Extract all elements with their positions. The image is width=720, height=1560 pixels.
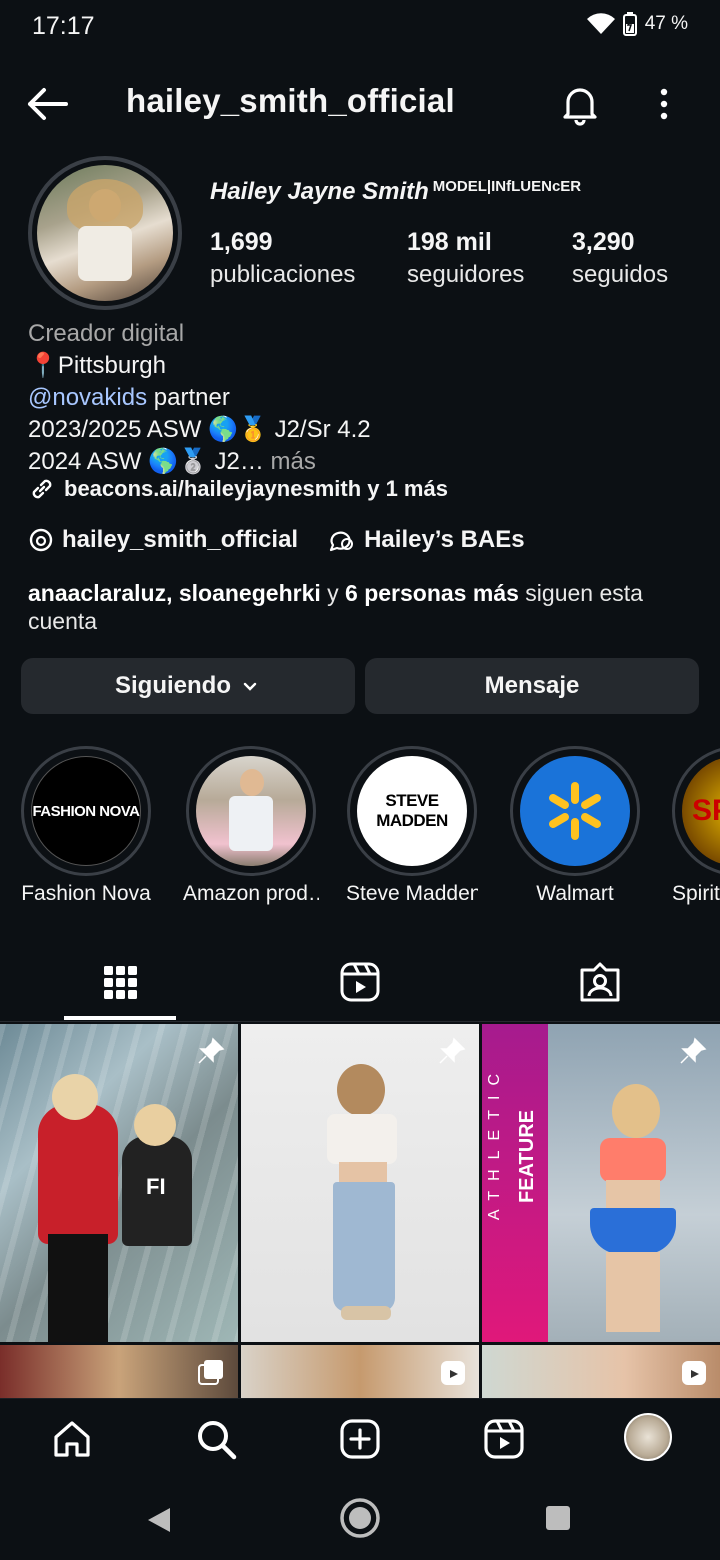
wifi-icon [586,13,615,35]
avatar-image [37,165,173,301]
post-text-fi: FI [146,1174,166,1199]
highlight-amazon[interactable]: Amazon prod… [183,746,319,906]
posts-stat[interactable]: 1,699 publicaciones [210,228,355,289]
tab-tagged-icon[interactable] [576,958,624,1006]
followers-label: seguidores [407,261,525,288]
following-label: seguidos [572,261,669,288]
post-thumbnail[interactable]: ATHLETIC FEATURE [482,1024,720,1342]
threads-username[interactable]: hailey_smith_official [62,526,298,554]
bio-partner-line: @novakids partner [28,384,230,411]
system-home-icon[interactable] [338,1496,382,1540]
post-thumbnail[interactable] [241,1024,479,1342]
highlight-walmart[interactable]: Walmart [509,746,641,906]
system-back-icon[interactable] [142,1502,178,1538]
broadcast-channel-name[interactable]: Hailey’s BAEs [364,526,525,554]
bio-link-text: beacons.ai/haileyjaynesmith y 1 más [64,476,448,501]
battery-percent: 47 % [644,13,688,34]
bio: Creador digital 📍Pittsburgh @novakids pa… [28,318,698,478]
followers-count: 198 mil [407,228,492,256]
bio-mention-link[interactable]: @novakids [28,384,147,411]
post-thumbnail[interactable] [0,1345,238,1398]
status-icons: 47 % [586,12,688,36]
battery-icon [622,12,637,36]
bio-location: 📍Pittsburgh [28,352,166,379]
post-thumbnail[interactable] [482,1345,720,1398]
bio-more-link[interactable]: más [264,448,316,475]
tab-grid-icon[interactable] [96,958,144,1006]
highlight-label: Fashion Nova [21,882,151,905]
chevron-down-icon [243,682,257,691]
post-thumbnail[interactable] [241,1345,479,1398]
link-icon [32,479,52,499]
reel-icon [441,1361,465,1385]
active-tab-indicator [64,1016,176,1020]
steve-madden-logo: STEVE MADDEN [376,791,448,830]
followers-stat[interactable]: 198 mil seguidores [407,228,524,289]
highlight-spirit[interactable]: SP Spirit [672,746,720,906]
bio-line-4: 2024 ASW 🌎🥈 J2… más [28,448,316,475]
highlight-label: Spirit [672,882,720,905]
bio-line-3: 2023/2025 ASW 🌎🥇 J2/Sr 4.2 [28,416,371,443]
fashion-nova-logo: FASHION NOVA [32,802,140,820]
create-post-icon[interactable] [338,1417,382,1461]
status-bar: 17:17 47 % [0,0,720,56]
more-options-icon[interactable] [640,80,688,128]
walmart-spark-icon [549,782,601,840]
search-icon[interactable] [194,1417,238,1461]
system-recents-icon[interactable] [542,1502,574,1534]
threads-icon [29,528,53,552]
following-button[interactable]: Siguiendo [21,658,355,714]
pinned-icon [680,1037,707,1064]
spirit-logo: SP [691,794,720,827]
notification-bell-icon[interactable] [556,80,604,128]
system-nav-bar [0,1480,720,1560]
highlight-label: Walmart [536,882,614,905]
following-count: 3,290 [572,228,635,256]
top-bar: hailey_smith_official [0,68,720,138]
bottom-nav [0,1398,720,1480]
profile-avatar-nav[interactable] [624,1413,672,1461]
pinned-icon [439,1037,466,1064]
home-icon[interactable] [50,1417,94,1461]
post-text-athletic: ATHLETIC [486,1064,503,1221]
highlight-fashion-nova[interactable]: FASHION NOVA Fashion Nova [20,746,152,906]
status-time: 17:17 [32,12,95,40]
tagline: MODEL|INfLUENcER [432,178,582,195]
broadcast-channel-icon [329,531,354,552]
profile-tabs [0,944,720,1022]
carousel-icon [198,1360,223,1385]
display-name: Hailey Jayne Smith MODEL|INfLUENcER [210,178,582,205]
message-button[interactable]: Mensaje [365,658,699,714]
back-arrow-icon[interactable] [24,82,72,126]
post-thumbnail[interactable]: FI [0,1024,238,1342]
posts-label: publicaciones [210,261,356,288]
followed-by[interactable]: anaaclaraluz, sloanegehrki y 6 personas … [28,579,698,635]
highlight-label: Steve Madden [346,882,478,905]
profile-username-title: hailey_smith_official [126,82,455,119]
pinned-icon [198,1037,225,1064]
highlight-label: Amazon prod… [183,882,319,905]
bio-link[interactable]: beacons.ai/haileyjaynesmith y 1 más [28,475,448,503]
profile-category: Creador digital [28,320,185,347]
posts-count: 1,699 [210,228,273,256]
reels-icon[interactable] [482,1417,526,1461]
reel-icon [682,1361,706,1385]
post-text-feature: FEATURE [516,1110,538,1203]
threads-row: hailey_smith_official Hailey’s BAEs [28,526,525,554]
highlight-steve-madden[interactable]: STEVE MADDEN Walmart Steve Madden [346,746,478,906]
tab-reels-icon[interactable] [336,958,384,1006]
profile-avatar[interactable] [28,156,182,310]
following-stat[interactable]: 3,290 seguidos [572,228,668,289]
